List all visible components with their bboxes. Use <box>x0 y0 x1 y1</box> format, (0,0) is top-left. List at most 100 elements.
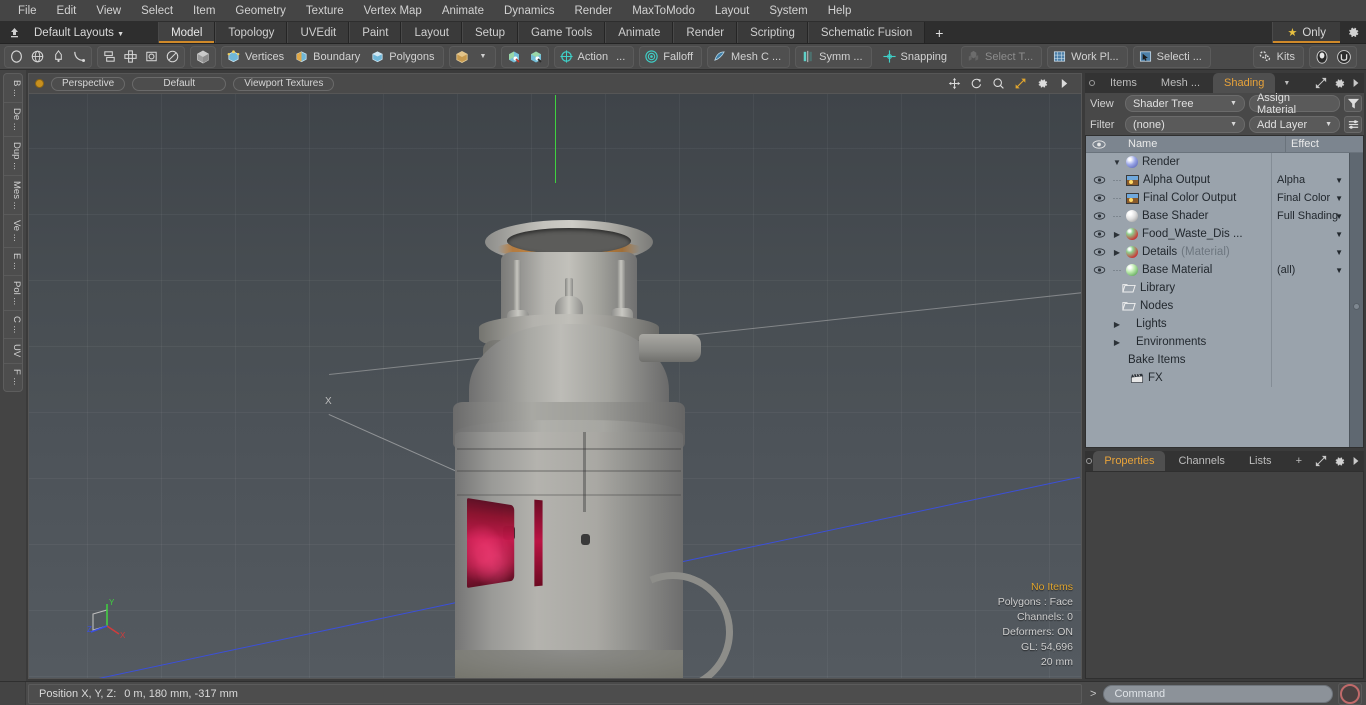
menu-item-geometry[interactable]: Geometry <box>225 0 296 22</box>
table-row[interactable]: Bake Items <box>1086 351 1349 369</box>
panel-expand-icon[interactable] <box>1315 77 1327 89</box>
filter-funnel-icon[interactable] <box>1344 95 1362 112</box>
panel-menu-dot-icon[interactable] <box>1085 73 1099 93</box>
snapping-button[interactable]: Snapping <box>879 47 955 67</box>
select-through-button[interactable]: Select T... <box>963 47 1040 67</box>
table-row[interactable]: Nodes <box>1086 297 1349 315</box>
menu-item-animate[interactable]: Animate <box>432 0 494 22</box>
bottom-panel-expand-icon[interactable] <box>1315 455 1327 467</box>
table-row[interactable]: FX <box>1086 369 1349 387</box>
viewport-menu-dot-icon[interactable] <box>35 79 44 88</box>
viewport-view-mode[interactable]: Perspective <box>51 76 126 91</box>
filter-dropdown[interactable]: (none) ▼ <box>1125 116 1245 133</box>
rotate-icon[interactable] <box>970 77 983 90</box>
bottom-add-tab-button[interactable]: + <box>1285 451 1313 471</box>
row-effect[interactable]: ▼ <box>1271 225 1349 243</box>
list-options-icon[interactable] <box>1344 116 1362 133</box>
tab-lists[interactable]: Lists <box>1238 451 1283 471</box>
globe-icon[interactable] <box>27 47 48 67</box>
model-garbage-disposal[interactable] <box>395 102 755 678</box>
item-mode-dropdown[interactable]: ▼ <box>473 47 494 67</box>
action-center-button[interactable]: Action ... <box>556 47 633 67</box>
viewport-preset[interactable]: Default <box>132 76 227 91</box>
row-effect[interactable] <box>1271 153 1349 171</box>
tab-model[interactable]: Model <box>158 22 216 43</box>
table-row[interactable]: ⋯ Final Color Output Final Color ▼ <box>1086 189 1349 207</box>
viewport-shading-mode[interactable]: Viewport Textures <box>233 76 335 91</box>
table-row[interactable]: ▼ Render <box>1086 153 1349 171</box>
table-row[interactable]: ⋯ Base Shader Full Shading ▼ <box>1086 207 1349 225</box>
assign-material-button[interactable]: Assign Material <box>1248 92 1341 116</box>
select-mode-vertices[interactable]: Vertices <box>223 47 291 67</box>
align-icon[interactable] <box>99 47 120 67</box>
table-row[interactable]: ▶ Lights <box>1086 315 1349 333</box>
tab-layout[interactable]: Layout <box>401 22 462 43</box>
table-row[interactable]: ▶ Environments <box>1086 333 1349 351</box>
tab-animate[interactable]: Animate <box>605 22 674 43</box>
row-visibility-toggle[interactable] <box>1086 194 1112 202</box>
expand-triangle-icon[interactable]: ▼ <box>1112 158 1122 167</box>
menu-item-render[interactable]: Render <box>564 0 622 22</box>
work-plane-button[interactable]: Work Pl... <box>1049 47 1125 67</box>
tab-uvedit[interactable]: UVEdit <box>287 22 350 43</box>
menu-item-select[interactable]: Select <box>131 0 183 22</box>
record-macro-button[interactable] <box>1338 682 1362 705</box>
pen-icon[interactable] <box>48 47 69 67</box>
menu-item-texture[interactable]: Texture <box>296 0 354 22</box>
default-layouts-menu[interactable]: Default Layouts ▼ <box>26 23 132 43</box>
menu-item-maxtomodo[interactable]: MaxToModo <box>622 0 705 22</box>
menu-item-layout[interactable]: Layout <box>705 0 760 22</box>
tab-schematic-fusion[interactable]: Schematic Fusion <box>807 22 926 43</box>
falloff-button[interactable]: Falloff <box>641 47 700 67</box>
selection-set-button[interactable]: Selecti ... <box>1135 47 1209 67</box>
left-rail-tab-polygon[interactable]: Pol ... <box>4 276 22 311</box>
menu-item-vertex-map[interactable]: Vertex Map <box>354 0 432 22</box>
expand-triangle-icon[interactable]: ▶ <box>1112 338 1122 347</box>
unreal-icon[interactable] <box>1333 47 1355 67</box>
row-visibility-toggle[interactable] <box>1086 266 1112 274</box>
left-rail-tab-vertex[interactable]: Ve ... <box>4 215 22 248</box>
tab-items[interactable]: Items <box>1099 73 1148 93</box>
left-rail-tab-duplicate[interactable]: Dup ... <box>4 137 22 176</box>
bottom-panel-gear-icon[interactable] <box>1333 455 1346 468</box>
tab-render[interactable]: Render <box>673 22 738 43</box>
row-effect[interactable]: Alpha ▼ <box>1271 171 1349 189</box>
viewport-3d-scene[interactable]: X Y X Z No Items Polygons: Face Channel… <box>28 93 1082 679</box>
select-mode-polygons[interactable]: Polygons <box>367 47 441 67</box>
row-visibility-toggle[interactable] <box>1086 230 1112 238</box>
viewport-more-icon[interactable] <box>1058 77 1071 90</box>
row-visibility-toggle[interactable] <box>1086 248 1112 256</box>
shader-tree-view-dropdown[interactable]: Shader Tree ▼ <box>1124 95 1245 112</box>
row-effect[interactable]: Full Shading ▼ <box>1271 207 1349 225</box>
menu-item-view[interactable]: View <box>86 0 131 22</box>
frame-icon[interactable] <box>141 47 162 67</box>
row-visibility-toggle[interactable] <box>1086 212 1112 220</box>
cube-icon[interactable] <box>192 47 214 67</box>
menu-item-item[interactable]: Item <box>183 0 225 22</box>
tab-scripting[interactable]: Scripting <box>737 22 808 43</box>
menu-item-system[interactable]: System <box>759 0 817 22</box>
viewport-gear-icon[interactable] <box>1036 77 1049 90</box>
row-effect[interactable]: (all) ▼ <box>1271 261 1349 279</box>
tab-mesh[interactable]: Mesh ... <box>1150 73 1211 93</box>
center-pivot-icon[interactable] <box>503 47 525 67</box>
zoom-icon[interactable] <box>992 77 1005 90</box>
curve-icon[interactable] <box>69 47 90 67</box>
panel-gear-icon[interactable] <box>1333 77 1346 90</box>
rotate-icon[interactable] <box>162 47 183 67</box>
left-rail-tab-deform[interactable]: De ... <box>4 103 22 137</box>
row-effect[interactable]: ▼ <box>1271 243 1349 261</box>
expand-triangle-icon[interactable]: ▶ <box>1112 248 1122 257</box>
fit-view-icon[interactable] <box>1014 77 1027 90</box>
bottom-panel-more-icon[interactable] <box>1352 456 1360 466</box>
tab-shading[interactable]: Shading <box>1213 73 1276 93</box>
menu-item-edit[interactable]: Edit <box>47 0 87 22</box>
expand-triangle-icon[interactable]: ▶ <box>1112 230 1122 239</box>
left-rail-tab-uv[interactable]: UV <box>4 339 22 364</box>
kits-button[interactable]: Kits <box>1255 47 1302 67</box>
tab-channels[interactable]: Channels <box>1167 451 1235 471</box>
row-effect[interactable]: Final Color ▼ <box>1271 189 1349 207</box>
bottom-panel-menu-dot-icon[interactable] <box>1085 451 1093 471</box>
panel-more-icon[interactable] <box>1352 78 1360 88</box>
select-mode-boundary[interactable]: Boundary <box>291 47 367 67</box>
